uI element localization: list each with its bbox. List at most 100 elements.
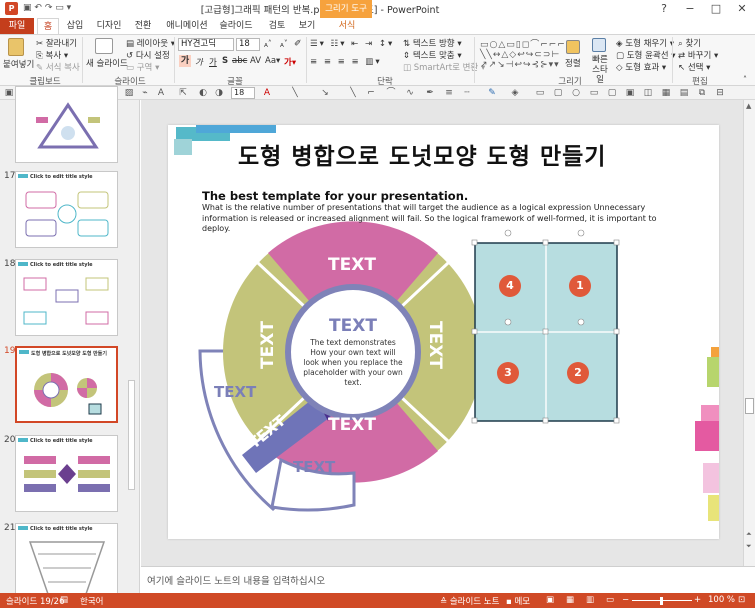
minimize-button[interactable]: − <box>677 0 703 18</box>
comments-toggle[interactable]: ▪ 메모 <box>506 595 530 607</box>
italic-icon[interactable]: 가 <box>195 56 203 68</box>
cut-button[interactable]: ✂ 잘라내기 <box>36 37 77 49</box>
line-weight-icon[interactable]: ≡ <box>444 88 454 98</box>
new-slide-icon[interactable] <box>95 38 113 54</box>
line-dash-icon[interactable]: ╲ <box>348 88 358 98</box>
scroll-up-icon[interactable]: ▲ <box>746 102 751 110</box>
frame-icon[interactable]: ▢ <box>607 88 617 98</box>
shape-outline-button[interactable]: ▢ 도형 윤곽선 ▾ <box>616 49 676 61</box>
chart-icon[interactable]: ▤ <box>679 88 689 98</box>
theme-colors-icon[interactable]: ◐ <box>198 88 208 98</box>
arrow-icon[interactable]: ↘ <box>320 88 330 98</box>
3d-icon[interactable]: ◫ <box>643 88 653 98</box>
strikethrough-icon[interactable]: abc <box>232 56 247 66</box>
rectangle-icon[interactable]: ▭ <box>535 88 545 98</box>
cursor-icon[interactable]: ⇱ <box>178 88 188 98</box>
segment-right-label[interactable]: TEXT <box>425 321 445 369</box>
shadow-icon[interactable]: ▣ <box>625 88 635 98</box>
spellcheck-icon[interactable]: ▤ <box>60 595 68 605</box>
shadow-icon[interactable]: S <box>222 56 228 66</box>
smartart-button[interactable]: ◫ SmartArt로 변환 ▾ <box>403 61 485 73</box>
left-slice-label[interactable]: TEXT <box>214 383 256 401</box>
clear-format-icon[interactable]: ✐ <box>294 39 302 49</box>
font-color-icon[interactable]: 가▾ <box>284 56 296 68</box>
thumbnail-scrollbar[interactable] <box>128 380 135 490</box>
tab-design[interactable]: 디자인 <box>94 18 124 34</box>
shape-outline-icon[interactable]: ✎ <box>487 88 497 98</box>
underline-icon[interactable]: 가 <box>209 56 217 68</box>
arrange-button[interactable]: 정렬 <box>565 57 581 69</box>
grow-font-icon[interactable]: ᴬ˄ <box>264 39 272 53</box>
curve-icon[interactable]: ⌒ <box>386 88 396 98</box>
save-icon[interactable]: ▣ <box>23 3 32 13</box>
prev-slide-icon[interactable]: ⏶ <box>746 530 752 539</box>
toolbar-font-size[interactable]: 18 <box>231 87 255 99</box>
connector-icon[interactable]: ⌐ <box>366 88 376 98</box>
align-icon[interactable]: ⊟ <box>715 88 725 98</box>
maximize-button[interactable]: □ <box>703 0 729 18</box>
slide-thumbnail-21[interactable]: Click to edit title style <box>15 523 118 600</box>
zoom-slider-thumb[interactable] <box>660 597 663 605</box>
zoom-out-icon[interactable]: − <box>622 595 629 605</box>
tab-home[interactable]: 홈 <box>37 18 59 34</box>
slide-thumbnail-17[interactable]: Click to edit title style <box>15 171 118 248</box>
arrange-icon[interactable] <box>566 40 580 54</box>
link-icon[interactable]: ⌁ <box>140 88 150 98</box>
start-presentation-icon[interactable]: ▭ <box>55 3 64 13</box>
bottom-slice-label[interactable]: TEXT <box>293 458 335 476</box>
shrink-font-icon[interactable]: ᴬ˅ <box>280 39 288 53</box>
layout-button[interactable]: ▤ 레이아웃 ▾ <box>126 37 175 49</box>
copy-button[interactable]: ⎘ 복사 ▾ <box>36 49 68 61</box>
normal-view-icon[interactable]: ▣ <box>546 595 554 605</box>
close-button[interactable]: ✕ <box>729 0 755 18</box>
font-name-select[interactable]: HY견고딕 <box>178 38 234 51</box>
shape-fill-icon[interactable]: ◈ <box>510 88 520 98</box>
notes-toggle[interactable]: ≙ 슬라이드 노트 <box>440 595 499 607</box>
tab-transitions[interactable]: 전환 <box>132 18 154 34</box>
collapse-ribbon-icon[interactable]: ˄ <box>743 75 747 84</box>
tab-file[interactable]: 파일 <box>0 18 34 34</box>
section-button[interactable]: ▭ 구역 ▾ <box>126 61 159 73</box>
segment-bottom-label[interactable]: TEXT <box>328 415 376 435</box>
redo-icon[interactable]: ↷ <box>45 3 53 13</box>
replace-button[interactable]: ⇄ 바꾸기 ▾ <box>678 49 718 61</box>
char-spacing-icon[interactable]: AV <box>250 56 261 66</box>
eyedropper-icon[interactable]: ✒ <box>425 88 435 98</box>
list-icons[interactable]: ☰▾ ☷▾ ⇤ ⇥ ↕▾ <box>310 39 394 49</box>
notes-pane[interactable]: 여기에 슬라이드 노트의 내용을 입력하십시오 <box>141 566 755 593</box>
zoom-level[interactable]: 100 % <box>708 595 735 605</box>
scroll-thumb[interactable] <box>745 398 754 414</box>
segment-top-label[interactable]: TEXT <box>328 255 376 275</box>
quick-styles-icon[interactable] <box>592 38 606 52</box>
picture-icon[interactable]: ▨ <box>124 88 134 98</box>
ellipse-icon[interactable]: ○ <box>571 88 581 98</box>
tab-view[interactable]: 보기 <box>296 18 318 34</box>
select-button[interactable]: ↖ 선택 ▾ <box>678 61 710 73</box>
change-case-icon[interactable]: Aa▾ <box>265 56 280 66</box>
format-icon[interactable]: ◑ <box>214 88 224 98</box>
tab-animations[interactable]: 애니메이션 <box>162 18 212 34</box>
textbox-icon[interactable]: A <box>156 88 166 98</box>
paste-button[interactable]: 붙여넣기 <box>3 58 34 70</box>
paste-icon[interactable] <box>8 38 24 56</box>
align-icons[interactable]: ≡ ≡ ≡ ≡ ▥▾ <box>310 57 382 67</box>
text-direction-button[interactable]: ⇅ 텍스트 방향 ▾ <box>403 37 462 49</box>
shapes-gallery[interactable]: ▭○△▭▯◻⌒⌐⌐⌐ ╲╲↔△◇↩↪⊂⊃⊢ ↗↗↘⊣↩↪⊰⊱▾▾ <box>480 37 566 70</box>
slide-thumbnail-18[interactable]: Click to edit title style <box>15 259 118 336</box>
tab-review[interactable]: 검토 <box>266 18 288 34</box>
vertical-scrollbar[interactable]: ▲ ⏶ ⏷ <box>743 100 755 566</box>
rounded-rect-icon[interactable]: ▢ <box>553 88 563 98</box>
callout-icon[interactable]: ▭ <box>589 88 599 98</box>
slide-subtitle[interactable]: The best template for your presentation. <box>202 189 468 203</box>
segment-left-label[interactable]: TEXT <box>258 321 278 369</box>
group-icon[interactable]: ⧉ <box>697 88 707 98</box>
undo-icon[interactable]: ↶ <box>34 3 42 13</box>
line-icon[interactable]: ╲ <box>290 88 300 98</box>
table-style-icon[interactable]: ▦ <box>661 88 671 98</box>
tab-format[interactable]: 서식 <box>336 18 358 34</box>
slide-thumbnail[interactable] <box>15 86 118 163</box>
tab-slideshow[interactable]: 슬라이드 쇼 <box>214 18 258 47</box>
next-slide-icon[interactable]: ⏷ <box>746 542 752 551</box>
reset-button[interactable]: ↺ 다시 설정 <box>126 49 170 61</box>
slide-sorter-icon[interactable]: ▦ <box>566 595 574 605</box>
